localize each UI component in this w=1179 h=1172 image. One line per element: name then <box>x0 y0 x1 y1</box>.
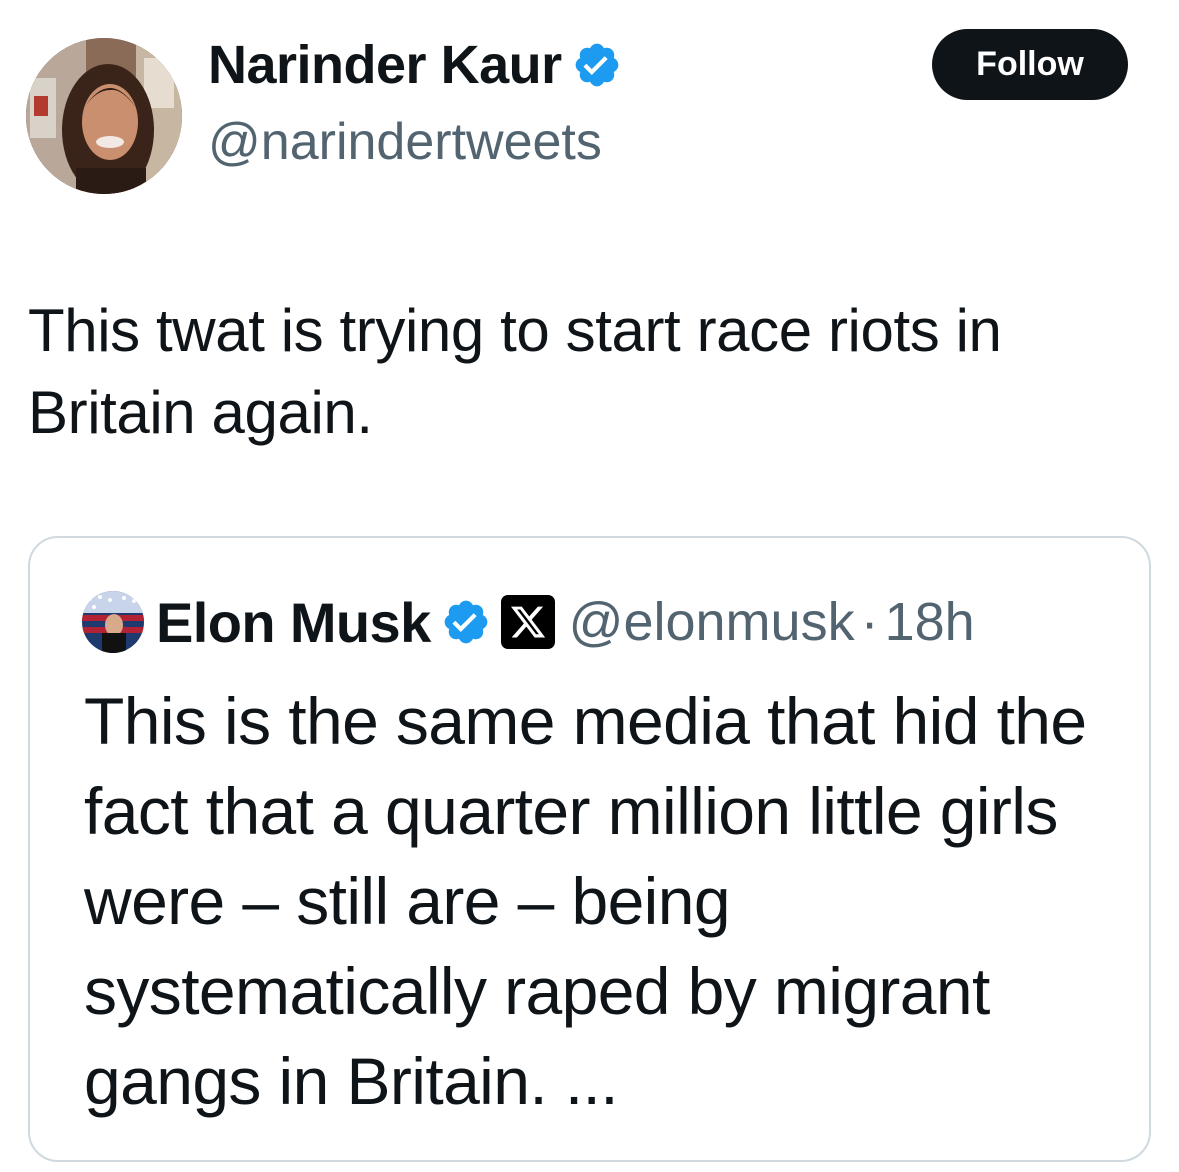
profile-photo-icon <box>26 38 182 194</box>
author-name[interactable]: Narinder Kaur <box>208 34 562 96</box>
quoted-author-avatar[interactable] <box>82 591 144 653</box>
follow-button[interactable]: Follow <box>932 29 1128 100</box>
author-name-row: Narinder Kaur <box>208 32 622 98</box>
tweet-text: This twat is trying to start race riots … <box>28 297 1002 446</box>
quoted-tweet-header: Elon Musk @elonmusk · 18h <box>82 590 975 654</box>
quoted-tweet-text: This is the same media that hid the fact… <box>84 684 1087 1118</box>
x-logo-icon <box>500 595 555 649</box>
quoted-author-name[interactable]: Elon Musk <box>156 590 431 655</box>
dot-separator: · <box>860 592 879 652</box>
profile-photo-icon <box>82 591 144 653</box>
quoted-author-handle[interactable]: @elonmusk <box>569 591 855 653</box>
quoted-tweet-time[interactable]: 18h <box>885 591 975 653</box>
author-handle[interactable]: @narindertweets <box>208 112 602 172</box>
verified-badge-icon <box>572 40 622 90</box>
verified-badge-icon <box>441 597 491 647</box>
author-avatar[interactable] <box>26 38 182 194</box>
tweet-card: Narinder Kaur @narindertweets Follow Thi… <box>0 0 1179 1172</box>
quoted-tweet-card[interactable]: Elon Musk @elonmusk · 18h This is the sa… <box>28 536 1151 1162</box>
